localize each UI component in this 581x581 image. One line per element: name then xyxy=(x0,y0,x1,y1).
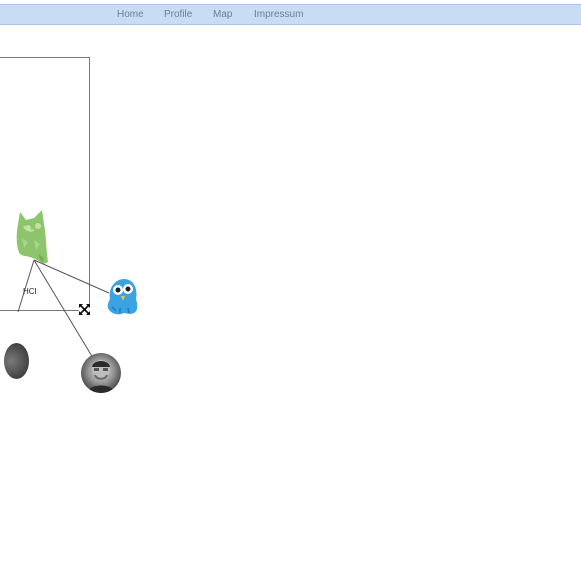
partial-avatar[interactable] xyxy=(4,343,29,379)
person-avatar[interactable] xyxy=(81,353,121,393)
green-owl-icon[interactable] xyxy=(12,208,50,268)
expand-icon[interactable] xyxy=(79,302,90,315)
blue-bird-icon[interactable] xyxy=(104,277,140,317)
cluster-label: HCI xyxy=(23,287,37,296)
page: Home Profile Map Impressum HCI xyxy=(0,0,581,581)
graph-edges xyxy=(17,259,110,359)
